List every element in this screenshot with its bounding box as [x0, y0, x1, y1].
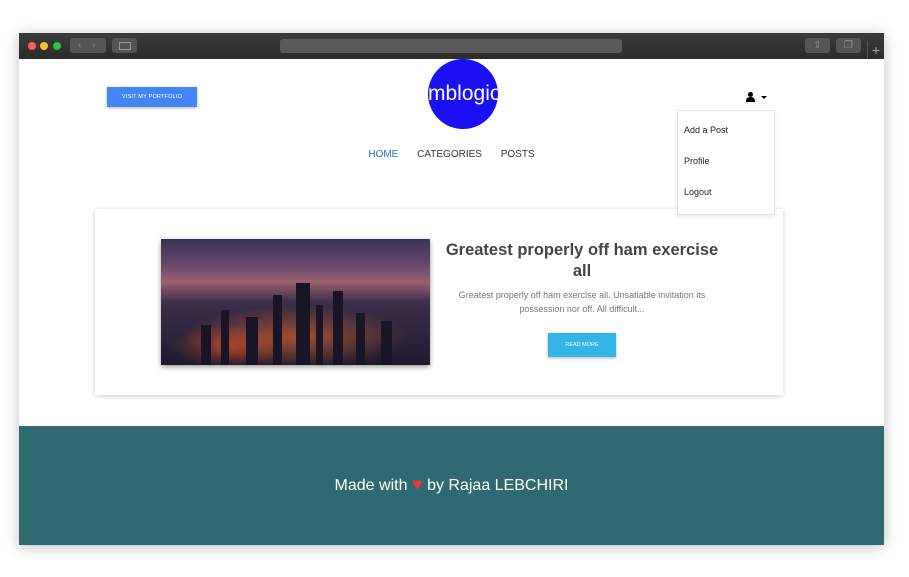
minimize-window-icon[interactable]	[40, 42, 48, 50]
footer-made-with: Made with	[334, 477, 408, 494]
site-logo[interactable]: mblogio	[428, 59, 502, 129]
nav-home[interactable]: HOME	[368, 149, 398, 160]
page-content: VISIT MY PORTFOLIO mblogio Add a Post Pr…	[19, 59, 884, 545]
share-icon[interactable]: ⇪	[805, 38, 830, 53]
heart-icon: ♥	[411, 474, 423, 494]
user-icon-body	[746, 97, 755, 102]
caret-down-icon	[761, 96, 767, 99]
new-tab-icon[interactable]: +	[867, 41, 884, 59]
user-dropdown-menu: Add a Post Profile Logout	[677, 110, 775, 215]
browser-window: ‹ › ⇪ ❐ + VISIT MY PORTFOLIO mblogio Add…	[19, 33, 884, 545]
post-title[interactable]: Greatest properly off ham exercise all	[445, 240, 719, 282]
read-more-button[interactable]: READ MORE	[548, 333, 616, 357]
footer: Made with ♥ by Rajaa LEBCHIRI	[19, 426, 884, 545]
post-image[interactable]	[161, 239, 430, 365]
nav-posts[interactable]: POSTS	[501, 149, 535, 160]
user-menu-toggle[interactable]	[745, 91, 771, 103]
close-window-icon[interactable]	[28, 42, 36, 50]
visit-portfolio-button[interactable]: VISIT MY PORTFOLIO	[107, 87, 197, 107]
footer-author: by Rajaa LEBCHIRI	[427, 477, 569, 494]
nav-categories[interactable]: CATEGORIES	[417, 149, 482, 160]
post-card: Greatest properly off ham exercise all G…	[95, 209, 783, 395]
post-excerpt: Greatest properly off ham exercise all. …	[458, 290, 706, 314]
back-arrow-icon[interactable]: ‹	[78, 38, 81, 53]
browser-titlebar: ‹ › ⇪ ❐ +	[19, 33, 884, 59]
maximize-window-icon[interactable]	[53, 42, 61, 50]
forward-arrow-icon[interactable]: ›	[92, 38, 95, 53]
footer-credit: Made with ♥ by Rajaa LEBCHIRI	[19, 474, 884, 495]
dropdown-item-profile[interactable]: Profile	[684, 156, 710, 166]
dropdown-item-logout[interactable]: Logout	[684, 187, 712, 197]
back-forward-buttons[interactable]: ‹ ›	[70, 38, 106, 53]
dropdown-item-add-post[interactable]: Add a Post	[684, 125, 728, 135]
sidebar-toggle-icon[interactable]	[112, 38, 137, 53]
address-bar[interactable]	[280, 39, 622, 53]
tabs-overview-icon[interactable]: ❐	[836, 38, 861, 53]
